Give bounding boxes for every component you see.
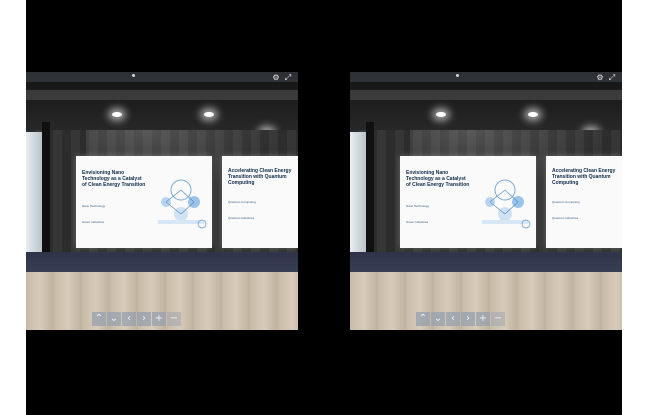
poster-nano-technology[interactable]: Envisioning Nano Technology as a Catalys… xyxy=(76,156,212,248)
zoom-in-icon[interactable]: + xyxy=(152,312,166,326)
poster-title: Accelerating Clean Energy Transition wit… xyxy=(228,168,292,186)
network-illustration xyxy=(158,179,207,229)
settings-icon[interactable]: ⚙ xyxy=(596,74,604,82)
poster-quantum-computing[interactable]: Accelerating Clean Energy Transition wit… xyxy=(546,156,622,248)
poster-subtitle: Quantum Computing xyxy=(228,200,256,204)
poster-subtitle: Nano Technology xyxy=(406,204,430,208)
poster-note: Green Industries xyxy=(406,220,429,224)
ceiling-light xyxy=(436,112,446,117)
left-icon[interactable]: ‹ xyxy=(122,312,136,326)
poster-nano-technology[interactable]: Envisioning Nano Technology as a Catalys… xyxy=(400,156,536,248)
poster-note: Quantum Industries xyxy=(228,216,255,220)
poster-subtitle: Quantum Computing xyxy=(552,200,580,204)
position-indicator xyxy=(456,74,459,77)
up-icon[interactable]: ⌃ xyxy=(92,312,106,326)
poster-title: Envisioning Nano Technology as a Catalys… xyxy=(406,170,470,188)
right-eye-view[interactable]: Envisioning Nano Technology as a Catalys… xyxy=(350,72,622,330)
poster-title: Envisioning Nano Technology as a Catalys… xyxy=(82,170,146,188)
right-icon[interactable]: › xyxy=(461,312,475,326)
top-overlay-bar xyxy=(26,72,298,82)
poster-title: Accelerating Clean Energy Transition wit… xyxy=(552,168,616,186)
up-icon[interactable]: ⌃ xyxy=(416,312,430,326)
ceiling-beam xyxy=(350,90,622,100)
fullscreen-icon[interactable]: ⤢ xyxy=(284,74,292,82)
vr-video[interactable]: Envisioning Nano Technology as a Catalys… xyxy=(26,0,622,415)
position-indicator xyxy=(132,74,135,77)
right-icon[interactable]: › xyxy=(137,312,151,326)
down-icon[interactable]: ⌄ xyxy=(107,312,121,326)
zoom-out-icon[interactable]: − xyxy=(167,312,181,326)
video-frame: Envisioning Nano Technology as a Catalys… xyxy=(0,0,646,415)
fullscreen-icon[interactable]: ⤢ xyxy=(608,74,616,82)
poster-note: Quantum Industries xyxy=(552,216,579,220)
zoom-in-icon[interactable]: + xyxy=(476,312,490,326)
poster-note: Green Industries xyxy=(82,220,105,224)
network-illustration xyxy=(482,179,531,229)
down-icon[interactable]: ⌄ xyxy=(431,312,445,326)
ceiling-beam xyxy=(26,90,298,100)
left-eye-view[interactable]: Envisioning Nano Technology as a Catalys… xyxy=(26,72,298,330)
left-icon[interactable]: ‹ xyxy=(446,312,460,326)
navigation-controls: ⌃ ⌄ ‹ › + − xyxy=(92,312,181,326)
navigation-controls: ⌃ ⌄ ‹ › + − xyxy=(416,312,505,326)
poster-subtitle: Nano Technology xyxy=(82,204,106,208)
zoom-out-icon[interactable]: − xyxy=(491,312,505,326)
ceiling-light xyxy=(204,112,214,117)
ceiling-light xyxy=(112,112,122,117)
settings-icon[interactable]: ⚙ xyxy=(272,74,280,82)
top-overlay-bar xyxy=(350,72,622,82)
poster-quantum-computing[interactable]: Accelerating Clean Energy Transition wit… xyxy=(222,156,298,248)
ceiling-light xyxy=(528,112,538,117)
